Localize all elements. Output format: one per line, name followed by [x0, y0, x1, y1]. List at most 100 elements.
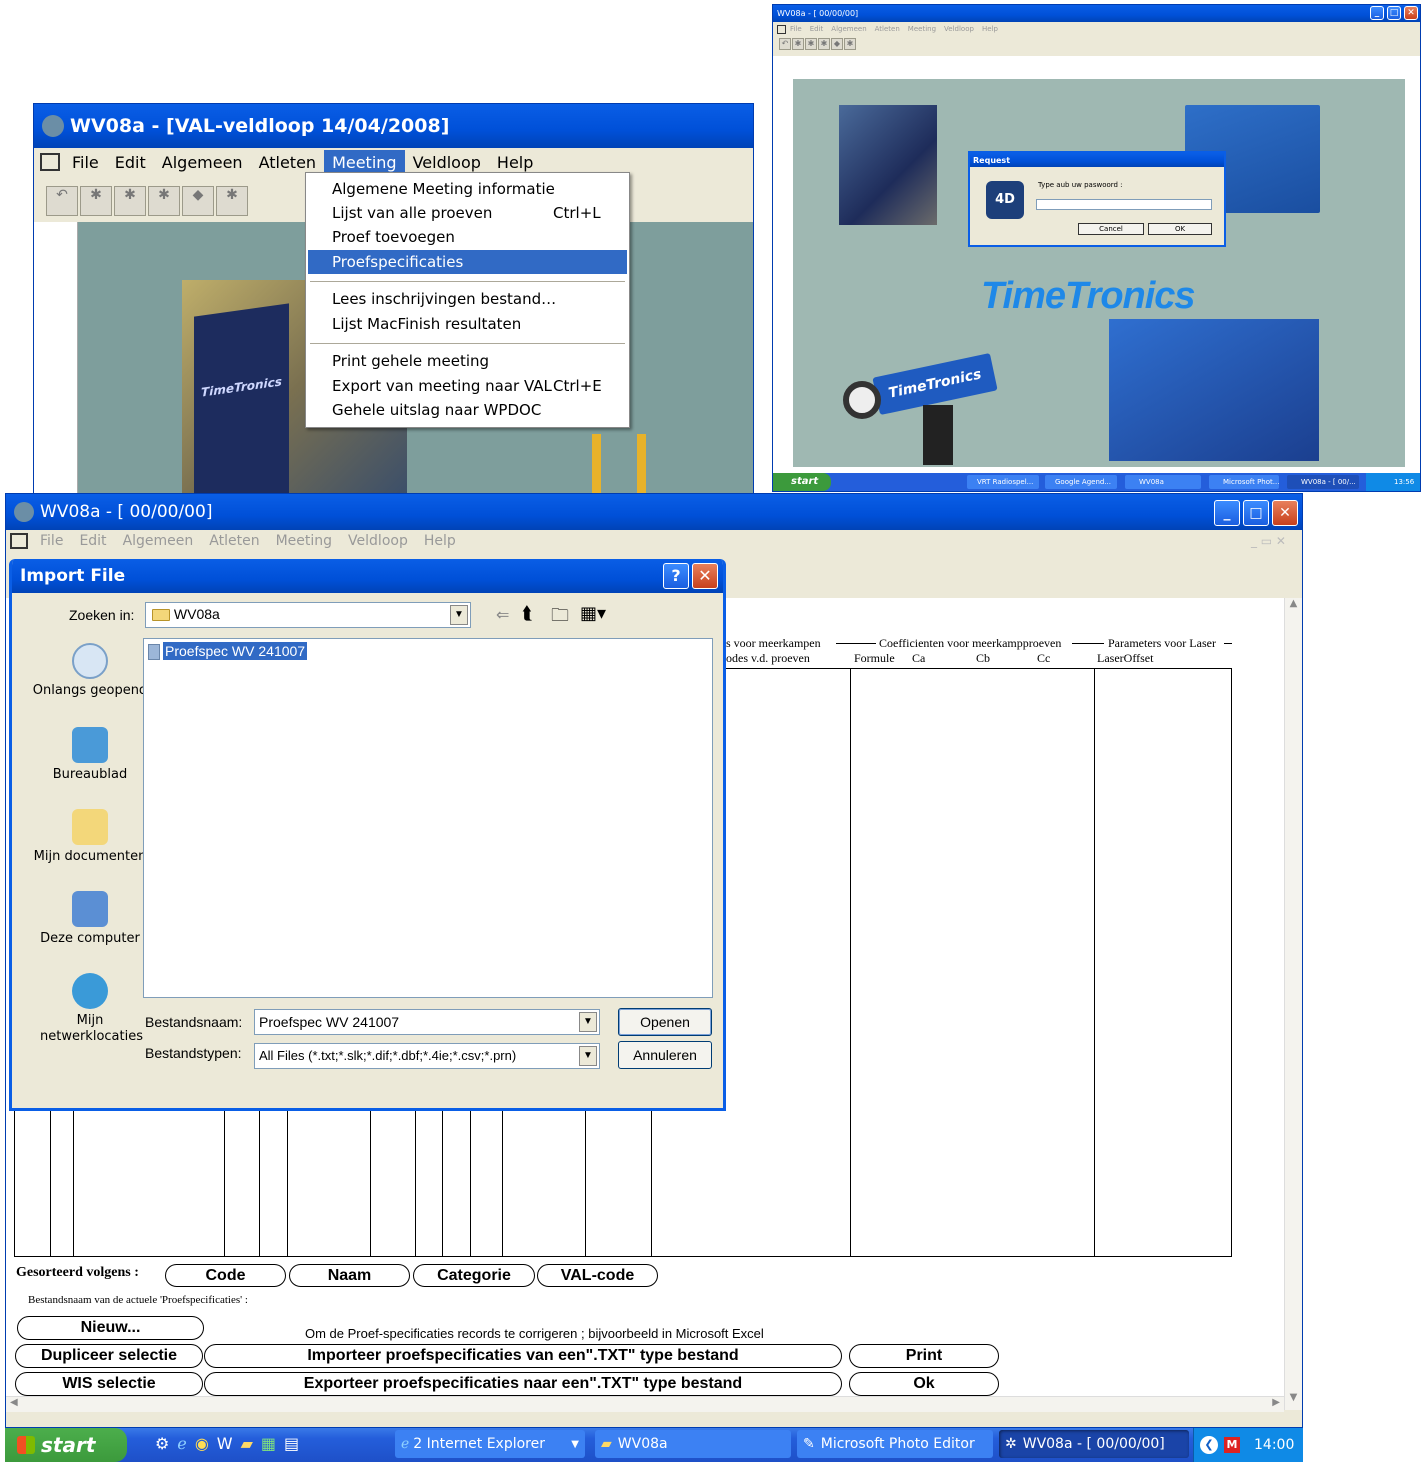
maximize-button[interactable]: □ — [1243, 500, 1269, 526]
start-button[interactable]: start — [773, 473, 831, 491]
excel-icon[interactable]: ▦ — [261, 1434, 276, 1453]
menu-veldloop[interactable]: Veldloop — [405, 153, 489, 172]
menu-meeting[interactable]: Meeting — [268, 533, 340, 549]
menu-edit[interactable]: Edit — [107, 153, 154, 172]
mdi-controls[interactable]: _ ▭ ✕ — [1243, 534, 1294, 548]
request-title-bar[interactable]: Request — [970, 153, 1224, 167]
up-folder-icon[interactable]: ⮬ — [522, 603, 533, 624]
tool-icon-5[interactable]: ✱ — [844, 38, 856, 50]
tool-icon-1[interactable]: ✱ — [80, 186, 112, 216]
sort-categorie-button[interactable]: Categorie — [413, 1264, 535, 1287]
dialog-title-bar[interactable]: Import File ? ✕ — [12, 559, 723, 593]
tool-icon-1[interactable]: ✱ — [792, 38, 804, 50]
tool-icon-3[interactable]: ✱ — [818, 38, 830, 50]
close-button[interactable]: ✕ — [1404, 6, 1418, 20]
filename-input[interactable]: Proefspec WV 241007 ▼ — [254, 1009, 600, 1035]
place-recent[interactable]: Onlangs geopend — [30, 643, 150, 699]
folder-icon[interactable]: ▰ — [241, 1434, 253, 1453]
close-button[interactable]: ✕ — [692, 563, 718, 589]
new-folder-icon[interactable]: 🗀 — [551, 603, 569, 633]
place-documents[interactable]: Mijn documenten — [30, 809, 150, 865]
menu-file[interactable]: File — [32, 533, 71, 549]
sort-valcode-button[interactable]: VAL-code — [537, 1264, 658, 1287]
taskbar-task-wv08a[interactable]: ▰ WV08a — [595, 1430, 791, 1458]
menu-edit[interactable]: Edit — [71, 533, 114, 549]
cancel-button[interactable]: Annuleren — [618, 1041, 712, 1069]
menu-atleten[interactable]: Atleten — [251, 153, 324, 172]
menu-veldloop[interactable]: Veldloop — [940, 25, 978, 33]
taskbar-task-main[interactable]: ✲ WV08a - [ 00/00/00] — [999, 1430, 1189, 1458]
taskbar-task[interactable]: Google Agend... — [1045, 475, 1117, 489]
gmail-icon[interactable]: M — [1224, 1437, 1240, 1453]
sort-naam-button[interactable]: Naam — [289, 1264, 410, 1287]
sort-code-button[interactable]: Code — [165, 1264, 286, 1287]
open-button[interactable]: Openen — [618, 1008, 712, 1036]
wis-selection-button[interactable]: WIS selectie — [15, 1372, 203, 1396]
menu-file[interactable]: File — [64, 153, 107, 172]
menu-veldloop[interactable]: Veldloop — [340, 533, 416, 549]
menu-meeting[interactable]: Meeting — [324, 149, 405, 175]
scroll-up-icon[interactable]: ▲ — [1285, 598, 1302, 616]
doc-icon[interactable] — [10, 533, 28, 549]
menu-item-print-meeting[interactable]: Print gehele meeting — [310, 349, 625, 373]
taskbar-task-ie[interactable]: ℯ 2 Internet Explorer ▼ — [395, 1430, 585, 1458]
menu-item-proefspecificaties[interactable]: Proefspecificaties — [308, 250, 627, 274]
minimize-button[interactable]: _ — [1370, 6, 1384, 20]
maximize-button[interactable]: □ — [1387, 6, 1401, 20]
taskbar-task[interactable]: WV08a — [1125, 475, 1201, 489]
help-button[interactable]: ? — [663, 563, 689, 589]
chevron-down-icon[interactable]: ▼ — [579, 1046, 597, 1066]
undo-icon[interactable]: ↶ — [779, 38, 791, 50]
request-ok-button[interactable]: OK — [1148, 223, 1212, 235]
tray-expand-icon[interactable]: ❮ — [1200, 1436, 1218, 1454]
window-title-bar[interactable]: WV08a - [VAL-veldloop 14/04/2008] — [34, 104, 753, 148]
calendar-icon[interactable]: ▤ — [284, 1434, 299, 1453]
tool-icon-3[interactable]: ✱ — [148, 186, 180, 216]
vertical-scrollbar[interactable]: ▲ ▼ — [1284, 598, 1302, 1410]
request-cancel-button[interactable]: Cancel — [1078, 223, 1144, 235]
view-menu-icon[interactable]: ▦▾ — [580, 603, 606, 624]
window-title-bar[interactable]: WV08a - [ 00/00/00] _ □ ✕ — [773, 5, 1420, 22]
file-list[interactable]: Proefspec WV 241007 — [143, 638, 713, 998]
minimize-button[interactable]: _ — [1214, 500, 1240, 526]
menu-item-uitslag-wpdoc[interactable]: Gehele uitslag naar WPDOC — [310, 398, 625, 422]
menu-item-proef-toevoegen[interactable]: Proef toevoegen — [310, 225, 625, 249]
print-button[interactable]: Print — [849, 1344, 999, 1368]
place-network[interactable]: Mijn netwerklocaties — [30, 973, 150, 1045]
chevron-down-icon[interactable]: ▼ — [579, 1012, 597, 1032]
tool-icon-2[interactable]: ✱ — [114, 186, 146, 216]
doc-icon[interactable] — [777, 24, 786, 34]
menu-algemeen[interactable]: Algemeen — [827, 25, 870, 33]
menu-atleten[interactable]: Atleten — [201, 533, 267, 549]
start-button[interactable]: start — [5, 1428, 127, 1462]
scroll-right-icon[interactable]: ▶ — [1272, 1397, 1280, 1408]
menu-item-lijst-macfinish[interactable]: Lijst MacFinish resultaten — [310, 312, 625, 336]
tool-icon-4[interactable]: ◆ — [831, 38, 843, 50]
doc-icon[interactable] — [40, 153, 60, 171]
media-icon[interactable]: ◉ — [195, 1434, 209, 1453]
word-icon[interactable]: W — [217, 1434, 233, 1453]
menu-item-algemene-meeting[interactable]: Algemene Meeting informatie — [310, 177, 625, 201]
menu-atleten[interactable]: Atleten — [871, 25, 904, 33]
menu-item-lees-inschrijvingen[interactable]: Lees inschrijvingen bestand… — [310, 287, 625, 311]
ie-settings-icon[interactable]: ⚙ — [155, 1434, 169, 1453]
place-computer[interactable]: Deze computer — [30, 891, 150, 947]
menu-help[interactable]: Help — [416, 533, 464, 549]
tool-icon-2[interactable]: ✱ — [805, 38, 817, 50]
menu-item-lijst-proeven[interactable]: Lijst van alle proeven Ctrl+L — [310, 201, 625, 225]
menu-algemeen[interactable]: Algemeen — [115, 533, 202, 549]
tool-icon-4[interactable]: ◆ — [182, 186, 214, 216]
tool-icon-5[interactable]: ✱ — [216, 186, 248, 216]
file-item[interactable]: Proefspec WV 241007 — [148, 642, 308, 663]
undo-icon[interactable]: ↶ — [46, 186, 78, 216]
menu-item-export-val[interactable]: Export van meeting naar VAL Ctrl+E — [310, 374, 625, 398]
password-input[interactable] — [1036, 199, 1212, 210]
back-arrow-icon[interactable]: ⇐ — [496, 605, 509, 624]
internet-explorer-icon[interactable]: ℯ — [177, 1434, 186, 1453]
horizontal-scrollbar[interactable]: ◀ ▶ — [6, 1396, 1284, 1412]
scroll-left-icon[interactable]: ◀ — [10, 1397, 18, 1408]
new-button[interactable]: Nieuw... — [17, 1316, 204, 1340]
chevron-down-icon[interactable]: ▼ — [450, 605, 468, 625]
menu-meeting[interactable]: Meeting — [904, 25, 940, 33]
filetype-select[interactable]: All Files (*.txt;*.slk;*.dif;*.dbf;*.4ie… — [254, 1043, 600, 1069]
